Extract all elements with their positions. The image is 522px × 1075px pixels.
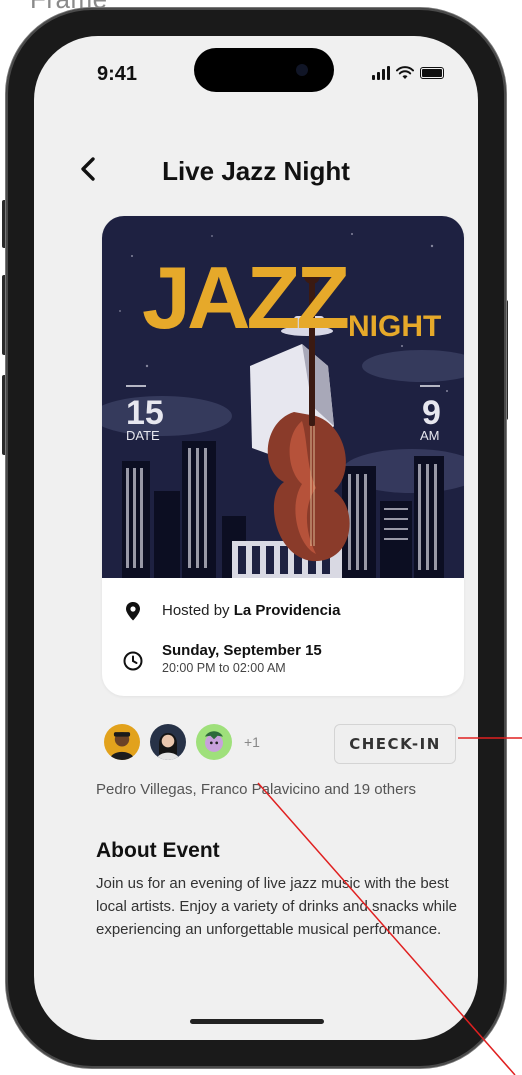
avatar[interactable] [102, 722, 142, 762]
avatar[interactable] [194, 722, 234, 762]
phone-frame: 9:41 Live Jazz Night JAZZ NIGHT 15 DATE … [6, 8, 506, 1068]
signal-icon [372, 66, 390, 80]
wifi-icon [396, 66, 414, 79]
check-in-button[interactable]: CHECK-IN [334, 724, 456, 764]
poster-right-caption: AM [420, 428, 440, 443]
event-card[interactable]: JAZZ NIGHT 15 DATE 9 AM Hosted by La Pro… [102, 216, 464, 696]
home-indicator[interactable] [190, 1019, 324, 1024]
attendee-summary: Pedro Villegas, Franco Palavicino and 19… [96, 781, 416, 798]
about-description: Join us for an evening of live jazz musi… [96, 875, 457, 938]
avatar[interactable] [148, 722, 188, 762]
status-icons [372, 66, 444, 80]
poster-headline: JAZZ [142, 248, 348, 347]
dynamic-island [194, 48, 334, 92]
host-prefix: Hosted by [162, 602, 230, 619]
poster-left-number: 15 [126, 394, 164, 432]
poster-subheadline: NIGHT [348, 310, 441, 343]
camera-icon [296, 64, 308, 76]
location-pin-icon [126, 602, 140, 621]
battery-icon [420, 67, 444, 79]
screen: 9:41 Live Jazz Night JAZZ NIGHT 15 DATE … [34, 36, 478, 1040]
date-row: Sunday, September 15 20:00 PM to 02:00 A… [122, 642, 322, 676]
about-title: About Event [96, 839, 220, 862]
event-poster: JAZZ NIGHT 15 DATE 9 AM [102, 216, 464, 578]
clock-icon [123, 651, 143, 671]
event-date: Sunday, September 15 [162, 642, 322, 659]
host-label: Hosted by La Providencia [162, 600, 340, 622]
poster-right-number: 9 [422, 394, 441, 432]
host-row: Hosted by La Providencia [122, 600, 340, 622]
attendee-avatars[interactable]: +1 [102, 722, 260, 762]
event-time-range: 20:00 PM to 02:00 AM [162, 661, 286, 675]
more-attendees-count: +1 [244, 734, 260, 750]
host-name: La Providencia [233, 602, 341, 619]
page-title: Live Jazz Night [162, 156, 350, 186]
poster-left-caption: DATE [126, 428, 160, 443]
status-time: 9:41 [97, 63, 138, 85]
